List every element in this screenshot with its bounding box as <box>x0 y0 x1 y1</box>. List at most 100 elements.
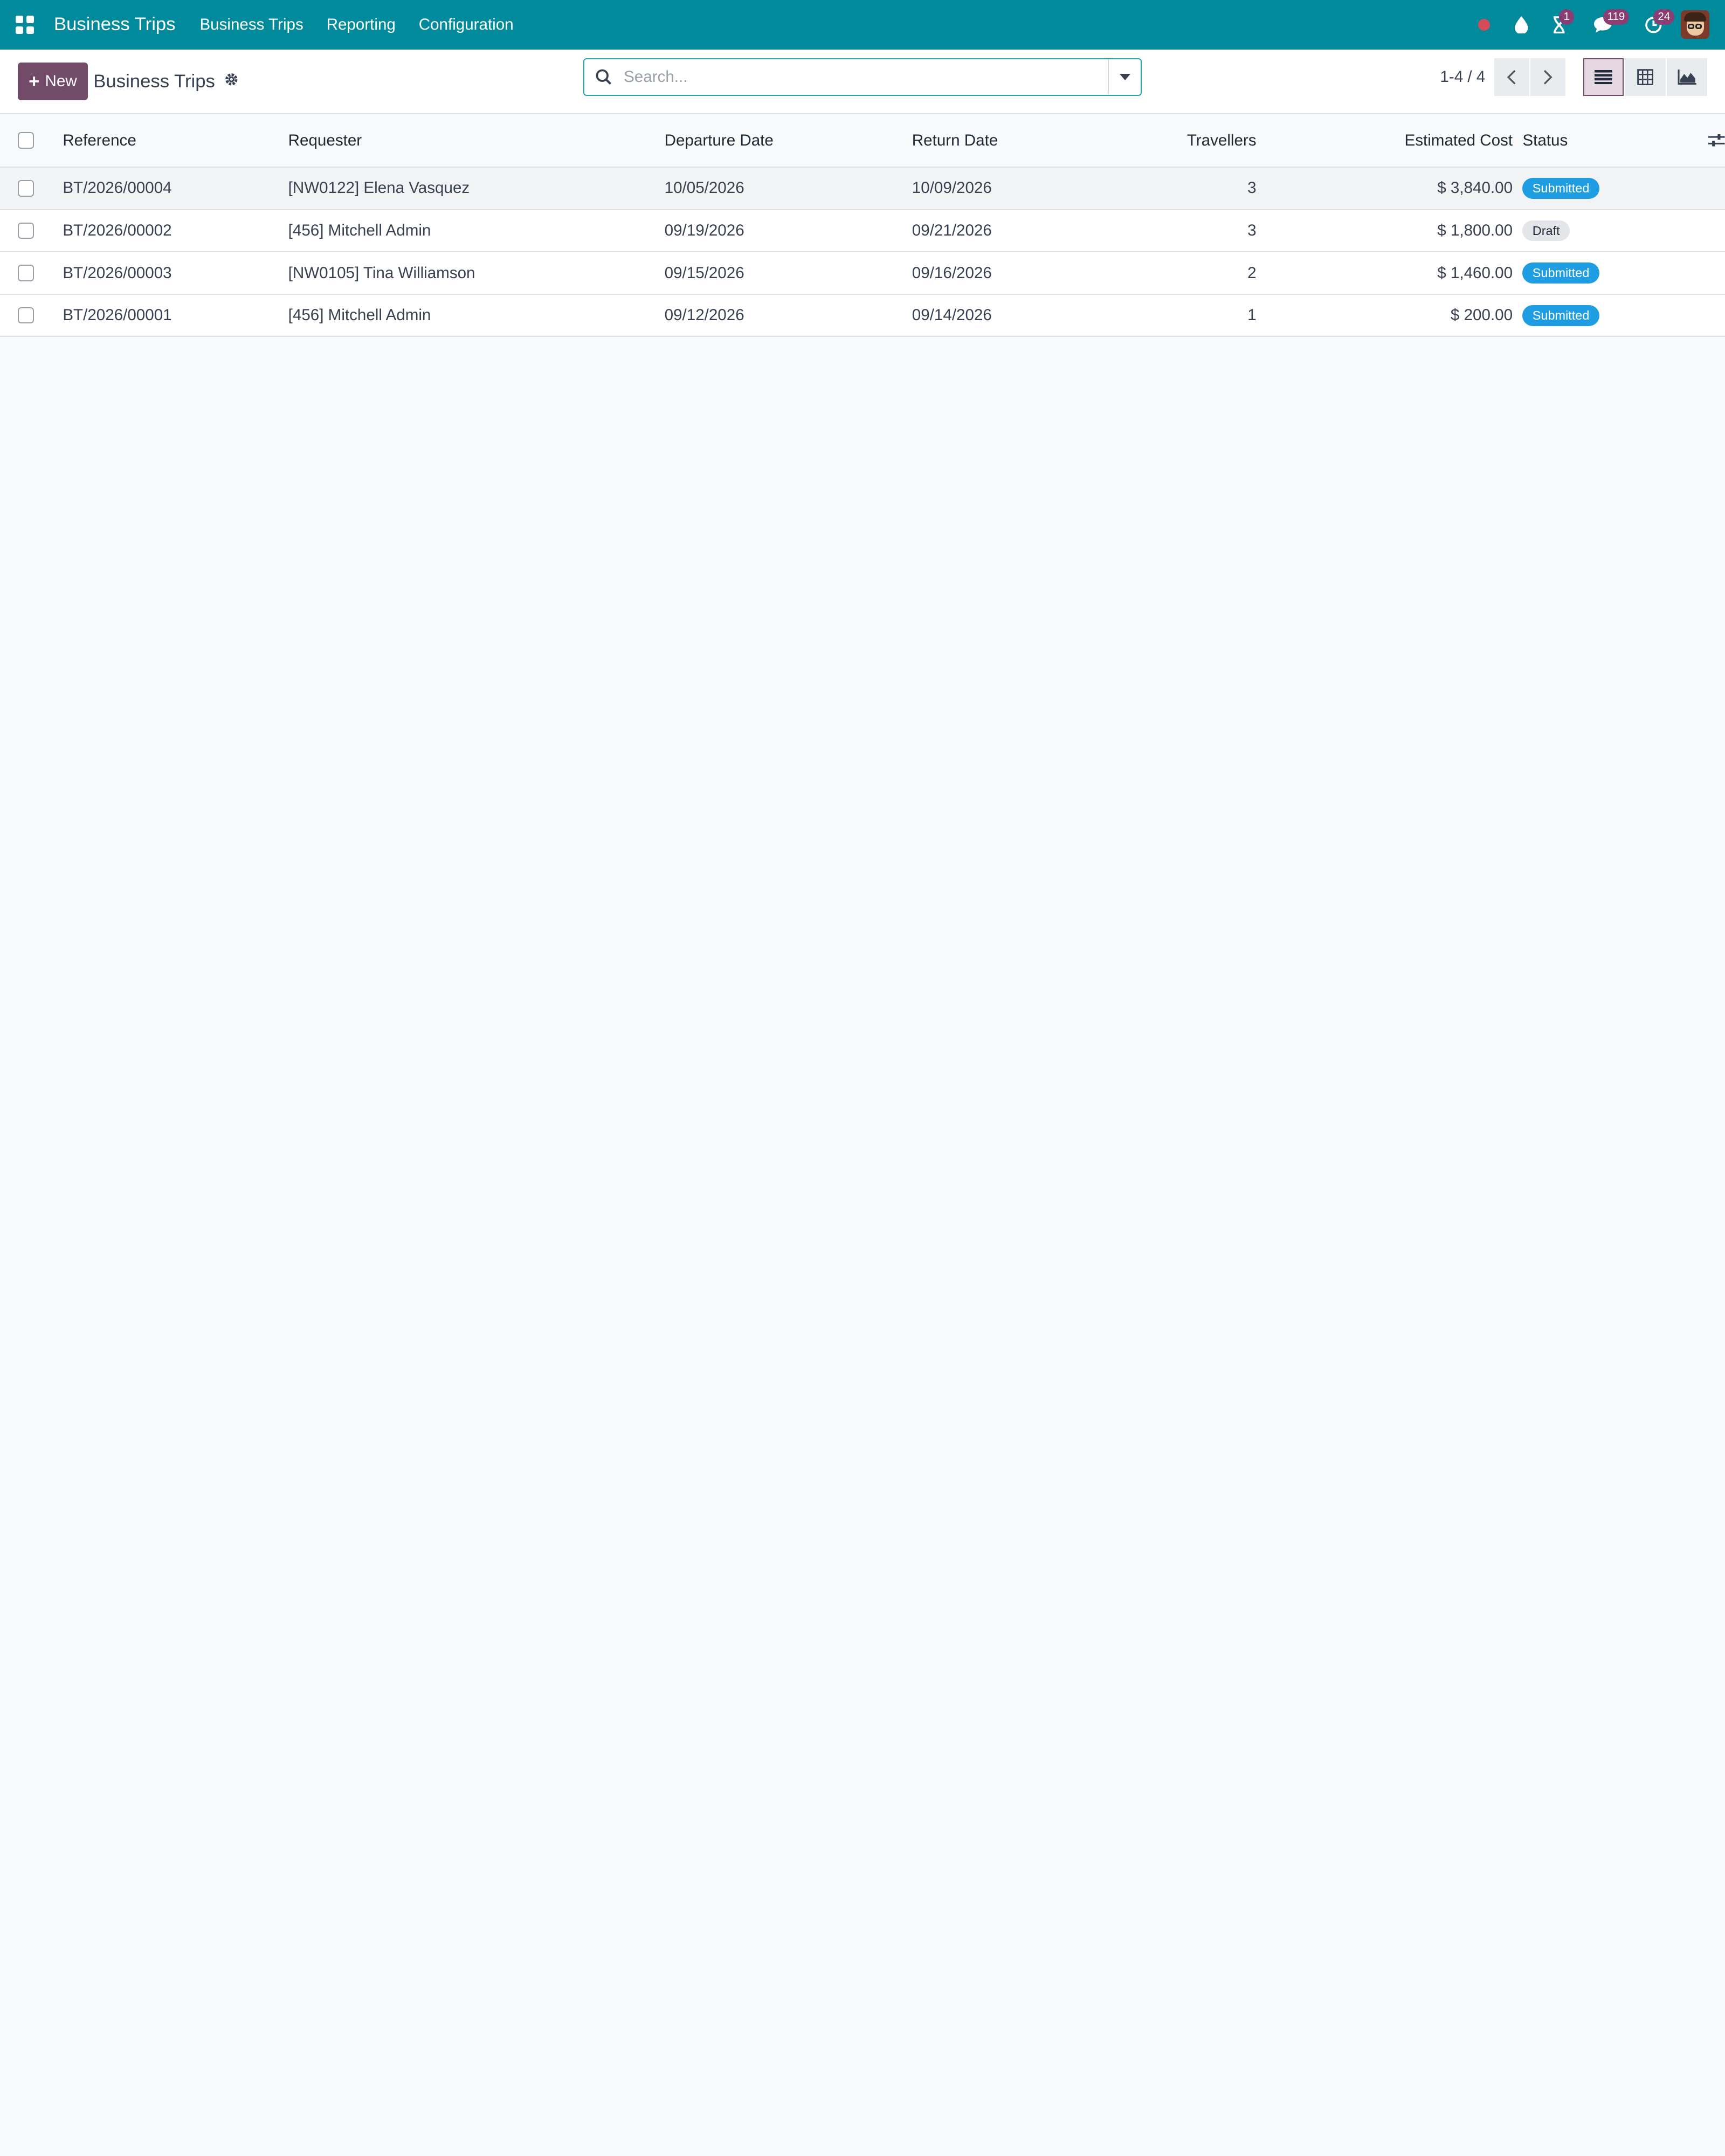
row-checkbox[interactable] <box>17 307 34 324</box>
col-travellers[interactable]: Travellers <box>1131 114 1257 168</box>
status-badge: Submitted <box>1522 262 1599 284</box>
messages-chat-icon[interactable]: 119 <box>1584 8 1630 41</box>
app-brand[interactable]: Business Trips <box>54 14 176 35</box>
search-bar <box>583 58 1142 96</box>
row-end-cell <box>1680 294 1725 337</box>
col-return-date[interactable]: Return Date <box>912 114 1132 168</box>
row-end-cell <box>1680 209 1725 253</box>
systray: 1 119 24 <box>1465 8 1710 41</box>
user-avatar[interactable] <box>1681 10 1710 39</box>
page-title: Business Trips <box>93 71 215 92</box>
cell-status: Submitted <box>1513 167 1680 210</box>
cell-status: Draft <box>1513 209 1680 253</box>
col-departure-date[interactable]: Departure Date <box>664 114 912 168</box>
table-row[interactable]: BT/2026/00001 [456] Mitchell Admin 09/12/2… <box>0 294 1725 337</box>
cell-departure-date: 09/15/2026 <box>664 252 912 295</box>
cell-travellers: 1 <box>1131 294 1257 337</box>
cell-return-date: 09/16/2026 <box>912 252 1132 295</box>
menu-business-trips[interactable]: Business Trips <box>199 16 303 34</box>
top-navbar: Business Trips Business Trips Reporting … <box>0 0 1725 50</box>
cell-departure-date: 10/05/2026 <box>664 167 912 210</box>
cell-estimated-cost: $ 1,800.00 <box>1256 209 1513 253</box>
optional-columns-cell <box>1680 114 1725 168</box>
cell-travellers: 3 <box>1131 209 1257 253</box>
row-select-cell <box>0 209 63 253</box>
new-button[interactable]: + New <box>17 63 88 100</box>
col-reference[interactable]: Reference <box>63 114 288 168</box>
table-row[interactable]: BT/2026/00003 [NW0105] Tina Williamson 09/… <box>0 252 1725 295</box>
cell-travellers: 3 <box>1131 167 1257 210</box>
search-options-toggle[interactable] <box>1108 59 1141 95</box>
pager-next-button[interactable] <box>1530 58 1566 96</box>
row-end-cell <box>1680 252 1725 295</box>
messages-badge: 119 <box>1603 9 1630 25</box>
pager: 1-4 / 4 <box>1440 58 1566 96</box>
table-row[interactable]: BT/2026/00002 [456] Mitchell Admin 09/19/2… <box>0 209 1725 253</box>
plus-icon: + <box>29 71 40 92</box>
cell-travellers: 2 <box>1131 252 1257 295</box>
cell-reference: BT/2026/00001 <box>63 294 288 337</box>
pivot-view-button[interactable] <box>1625 58 1666 96</box>
graph-view-button[interactable] <box>1666 58 1708 96</box>
clock-badge: 24 <box>1653 9 1675 25</box>
control-panel: + New Business Trips 1-4 / 4 <box>0 49 1725 115</box>
cell-status: Submitted <box>1513 294 1680 337</box>
select-all-cell <box>0 114 63 168</box>
menu-reporting[interactable]: Reporting <box>327 16 396 34</box>
cell-status: Submitted <box>1513 252 1680 295</box>
status-badge: Submitted <box>1522 178 1599 199</box>
row-checkbox[interactable] <box>17 222 34 239</box>
cell-return-date: 09/14/2026 <box>912 294 1132 337</box>
row-end-cell <box>1680 167 1725 210</box>
new-button-label: New <box>45 72 77 91</box>
apps-grid-icon[interactable] <box>15 15 34 34</box>
table-row[interactable]: BT/2026/00004 [NW0122] Elena Vasquez 10/05… <box>0 167 1725 210</box>
status-badge: Submitted <box>1522 305 1599 326</box>
row-select-cell <box>0 167 63 210</box>
cell-requester: [456] Mitchell Admin <box>288 209 665 253</box>
select-all-checkbox[interactable] <box>17 132 34 149</box>
col-status[interactable]: Status <box>1513 114 1680 168</box>
row-checkbox[interactable] <box>17 265 34 281</box>
cell-requester: [NW0105] Tina Williamson <box>288 252 665 295</box>
sliders-icon[interactable] <box>1680 133 1725 148</box>
list-icon <box>1595 70 1612 85</box>
cell-requester: [NW0122] Elena Vasquez <box>288 167 665 210</box>
search-input[interactable] <box>624 60 1108 94</box>
menu-configuration[interactable]: Configuration <box>419 16 514 34</box>
cell-requester: [456] Mitchell Admin <box>288 294 665 337</box>
status-badge: Draft <box>1522 220 1570 241</box>
clock-icon[interactable]: 24 <box>1635 8 1675 41</box>
activity-hourglass-icon[interactable]: 1 <box>1540 8 1577 41</box>
cell-departure-date: 09/19/2026 <box>664 209 912 253</box>
col-requester[interactable]: Requester <box>288 114 665 168</box>
row-checkbox[interactable] <box>17 180 34 197</box>
recording-dot-icon[interactable] <box>1465 8 1502 41</box>
droplet-icon[interactable] <box>1503 8 1540 41</box>
row-select-cell <box>0 294 63 337</box>
cell-estimated-cost: $ 1,460.00 <box>1256 252 1513 295</box>
pager-value[interactable]: 1-4 / 4 <box>1440 68 1485 86</box>
list-view-button[interactable] <box>1583 58 1624 96</box>
cell-return-date: 09/21/2026 <box>912 209 1132 253</box>
caret-down-icon <box>1119 73 1130 80</box>
table-header-row: Reference Requester Departure Date Retur… <box>0 114 1725 168</box>
chevron-left-icon <box>1507 70 1516 85</box>
col-estimated-cost[interactable]: Estimated Cost <box>1256 114 1513 168</box>
table-grid-icon <box>1637 68 1654 85</box>
trips-table: Reference Requester Departure Date Retur… <box>0 114 1725 337</box>
activity-badge: 1 <box>1558 9 1575 25</box>
cell-estimated-cost: $ 200.00 <box>1256 294 1513 337</box>
area-chart-icon <box>1678 69 1696 85</box>
cell-reference: BT/2026/00002 <box>63 209 288 253</box>
pager-previous-button[interactable] <box>1494 58 1529 96</box>
gear-icon[interactable] <box>224 72 239 92</box>
cell-departure-date: 09/12/2026 <box>664 294 912 337</box>
cell-reference: BT/2026/00003 <box>63 252 288 295</box>
cell-reference: BT/2026/00004 <box>63 167 288 210</box>
search-icon <box>584 69 624 86</box>
row-select-cell <box>0 252 63 295</box>
view-switcher <box>1583 58 1709 96</box>
cell-estimated-cost: $ 3,840.00 <box>1256 167 1513 210</box>
page: Business Trips Business Trips Reporting … <box>0 0 1725 1078</box>
